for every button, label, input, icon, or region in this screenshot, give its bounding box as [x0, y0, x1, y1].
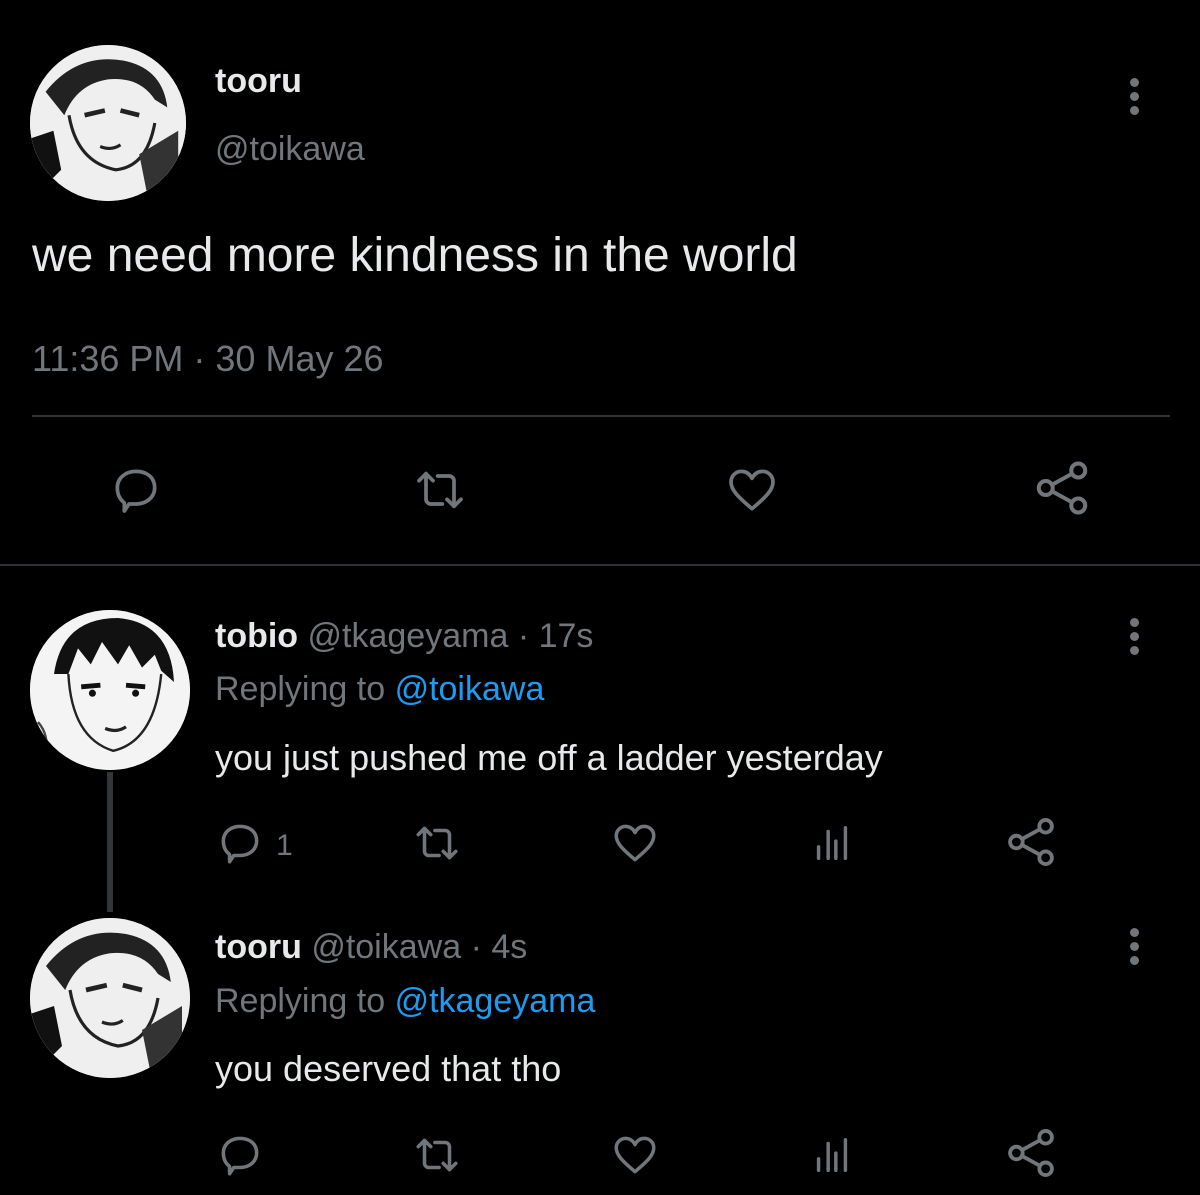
reply-icon[interactable] [215, 1130, 265, 1180]
main-display-name[interactable]: tooru [215, 62, 302, 101]
retweet-icon[interactable] [410, 1130, 464, 1180]
reply-header: tooru @toikawa · 4s [215, 928, 527, 967]
reply-age[interactable]: · 17s [518, 617, 594, 655]
more-vertical-icon[interactable] [1130, 78, 1142, 120]
reply-age[interactable]: · 4s [471, 928, 528, 966]
main-tweet-text: we need more kindness in the world [32, 229, 798, 282]
section-divider [0, 564, 1200, 566]
more-vertical-icon[interactable] [1130, 618, 1142, 660]
share-icon[interactable] [1004, 1126, 1058, 1180]
retweet-icon[interactable] [410, 818, 464, 868]
divider [32, 415, 1170, 417]
reply-handle[interactable]: @toikawa [311, 928, 461, 966]
views-icon[interactable] [808, 1132, 856, 1178]
share-icon[interactable] [1032, 458, 1092, 518]
replying-label: Replying to [215, 670, 386, 708]
reply-header: tobio @tkageyama · 17s [215, 617, 593, 656]
retweet-icon[interactable] [410, 462, 470, 518]
replying-to-line: Replying to @tkageyama [215, 982, 595, 1021]
reply-display-name[interactable]: tooru [215, 928, 302, 966]
heart-icon[interactable] [722, 462, 782, 518]
reply-text: you deserved that tho [215, 1048, 562, 1089]
reply-display-name[interactable]: tobio [215, 617, 298, 655]
avatar-tobio[interactable] [30, 610, 190, 770]
share-icon[interactable] [1004, 815, 1058, 869]
heart-icon[interactable] [608, 818, 662, 868]
thread-line [107, 772, 113, 912]
reply-count: 1 [276, 829, 293, 862]
replying-to-line: Replying to @toikawa [215, 670, 544, 709]
reply-text: you just pushed me off a ladder yesterda… [215, 737, 883, 778]
reply-icon[interactable] [215, 818, 265, 868]
replying-to-link[interactable]: @toikawa [395, 670, 545, 708]
more-vertical-icon[interactable] [1130, 928, 1142, 970]
replying-label: Replying to [215, 982, 386, 1020]
replying-to-link[interactable]: @tkageyama [395, 982, 596, 1020]
avatar-tooru[interactable] [30, 45, 186, 201]
main-timestamp[interactable]: 11:36 PM · 30 May 26 [32, 338, 384, 380]
heart-icon[interactable] [608, 1130, 662, 1180]
reply-icon[interactable] [108, 462, 164, 518]
views-icon[interactable] [808, 820, 856, 866]
reply-handle[interactable]: @tkageyama [308, 617, 509, 655]
avatar-tooru[interactable] [30, 918, 190, 1078]
main-handle[interactable]: @toikawa [215, 130, 365, 169]
